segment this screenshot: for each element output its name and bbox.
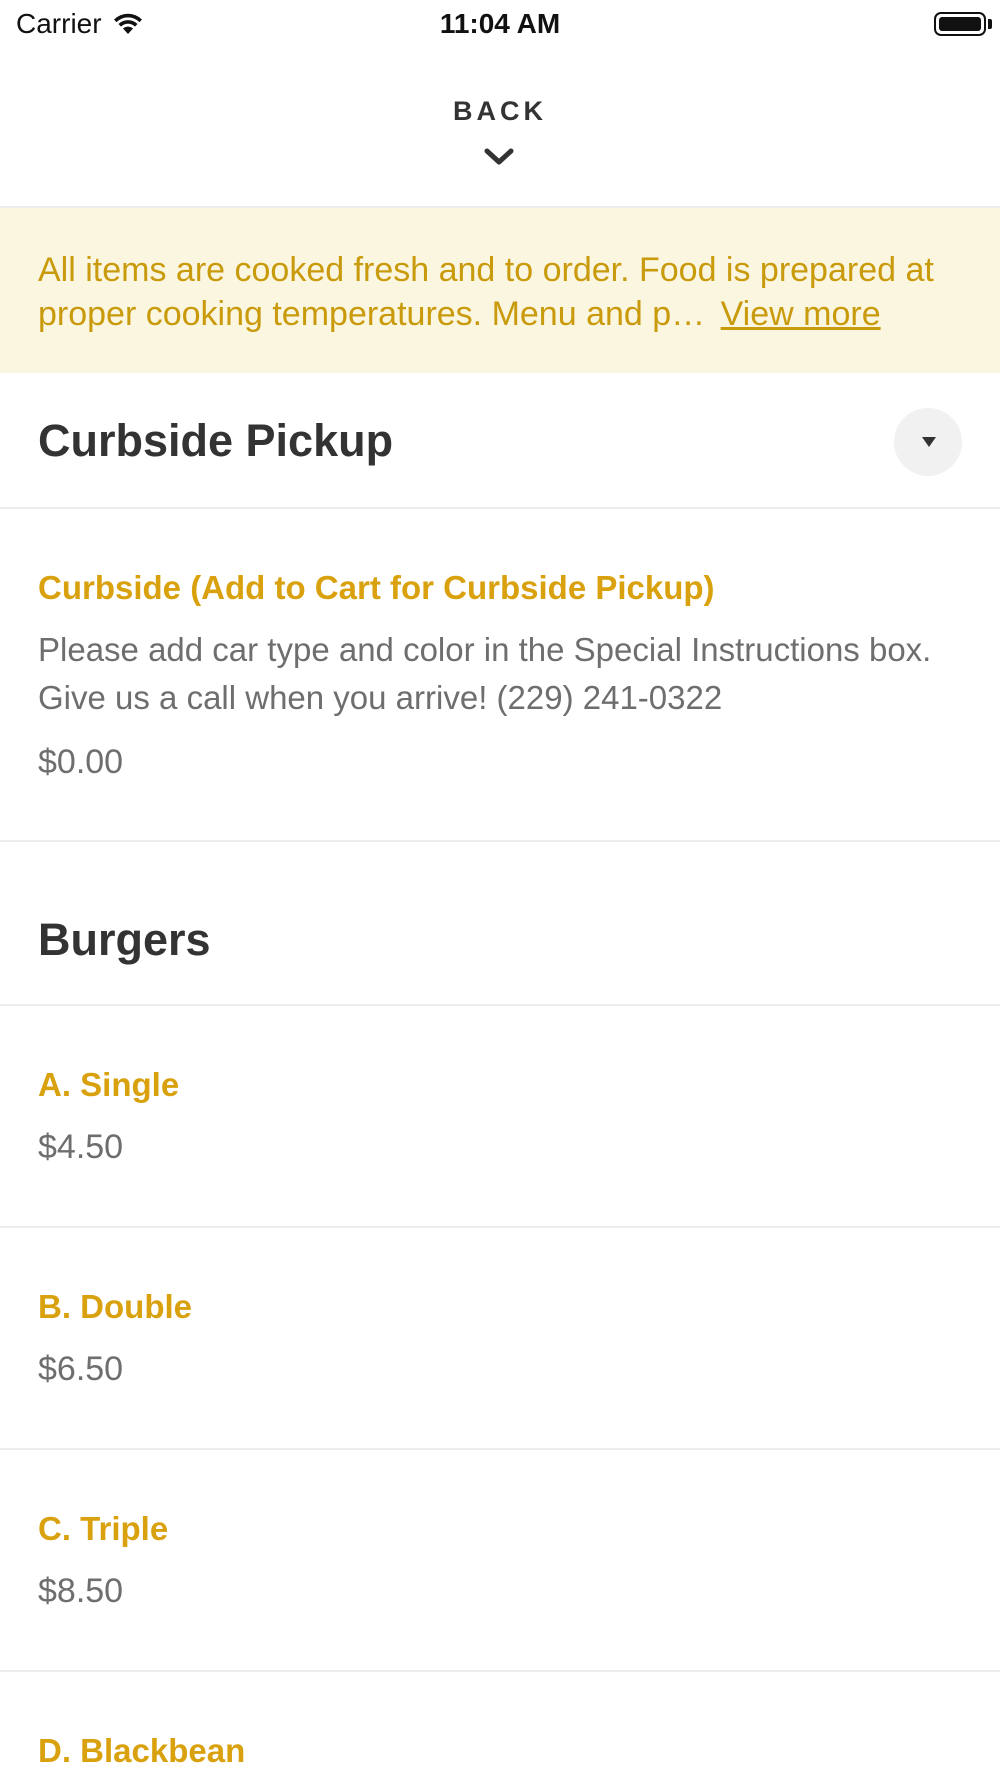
item-name[interactable]: C. Triple xyxy=(38,1510,168,1548)
section-title: Burgers xyxy=(38,914,211,965)
item-name[interactable]: D. Blackbean xyxy=(38,1732,245,1770)
menu-item[interactable]: D. Blackbean xyxy=(0,1672,1000,1778)
section-title: Curbside Pickup xyxy=(38,415,394,466)
battery-icon xyxy=(934,12,986,36)
item-price: $4.50 xyxy=(38,1128,124,1166)
item-name[interactable]: B. Double xyxy=(38,1288,192,1326)
item-price: $0.00 xyxy=(38,743,124,781)
clock: 11:04 AM xyxy=(439,8,561,39)
section-header-burgers: Burgers xyxy=(0,842,1000,1006)
collapse-button[interactable] xyxy=(894,408,962,476)
menu-item[interactable]: A. Single $4.50 xyxy=(0,1006,1000,1228)
section-header-curbside: Curbside Pickup xyxy=(0,373,1000,509)
item-price: $6.50 xyxy=(38,1350,124,1388)
caret-down-icon xyxy=(922,437,936,447)
item-name[interactable]: A. Single xyxy=(38,1066,179,1104)
back-header[interactable]: BACK xyxy=(0,50,1000,208)
item-price: $8.50 xyxy=(38,1572,124,1610)
item-name[interactable]: Curbside (Add to Cart for Curbside Picku… xyxy=(38,569,715,607)
chevron-down-icon[interactable] xyxy=(482,146,516,168)
item-description: Please add car type and color in the Spe… xyxy=(38,631,932,716)
menu-item[interactable]: C. Triple $8.50 xyxy=(0,1450,1000,1672)
menu-item[interactable]: Curbside (Add to Cart for Curbside Picku… xyxy=(0,509,1000,842)
back-button[interactable]: BACK xyxy=(0,96,1000,127)
status-bar: Carrier 11:04 AM xyxy=(0,0,1000,50)
notice-banner: All items are cooked fresh and to order.… xyxy=(0,208,1000,373)
battery-fill xyxy=(939,17,981,31)
menu-item[interactable]: B. Double $6.50 xyxy=(0,1228,1000,1450)
battery-tip xyxy=(988,19,992,29)
view-more-link[interactable]: View more xyxy=(721,295,881,333)
